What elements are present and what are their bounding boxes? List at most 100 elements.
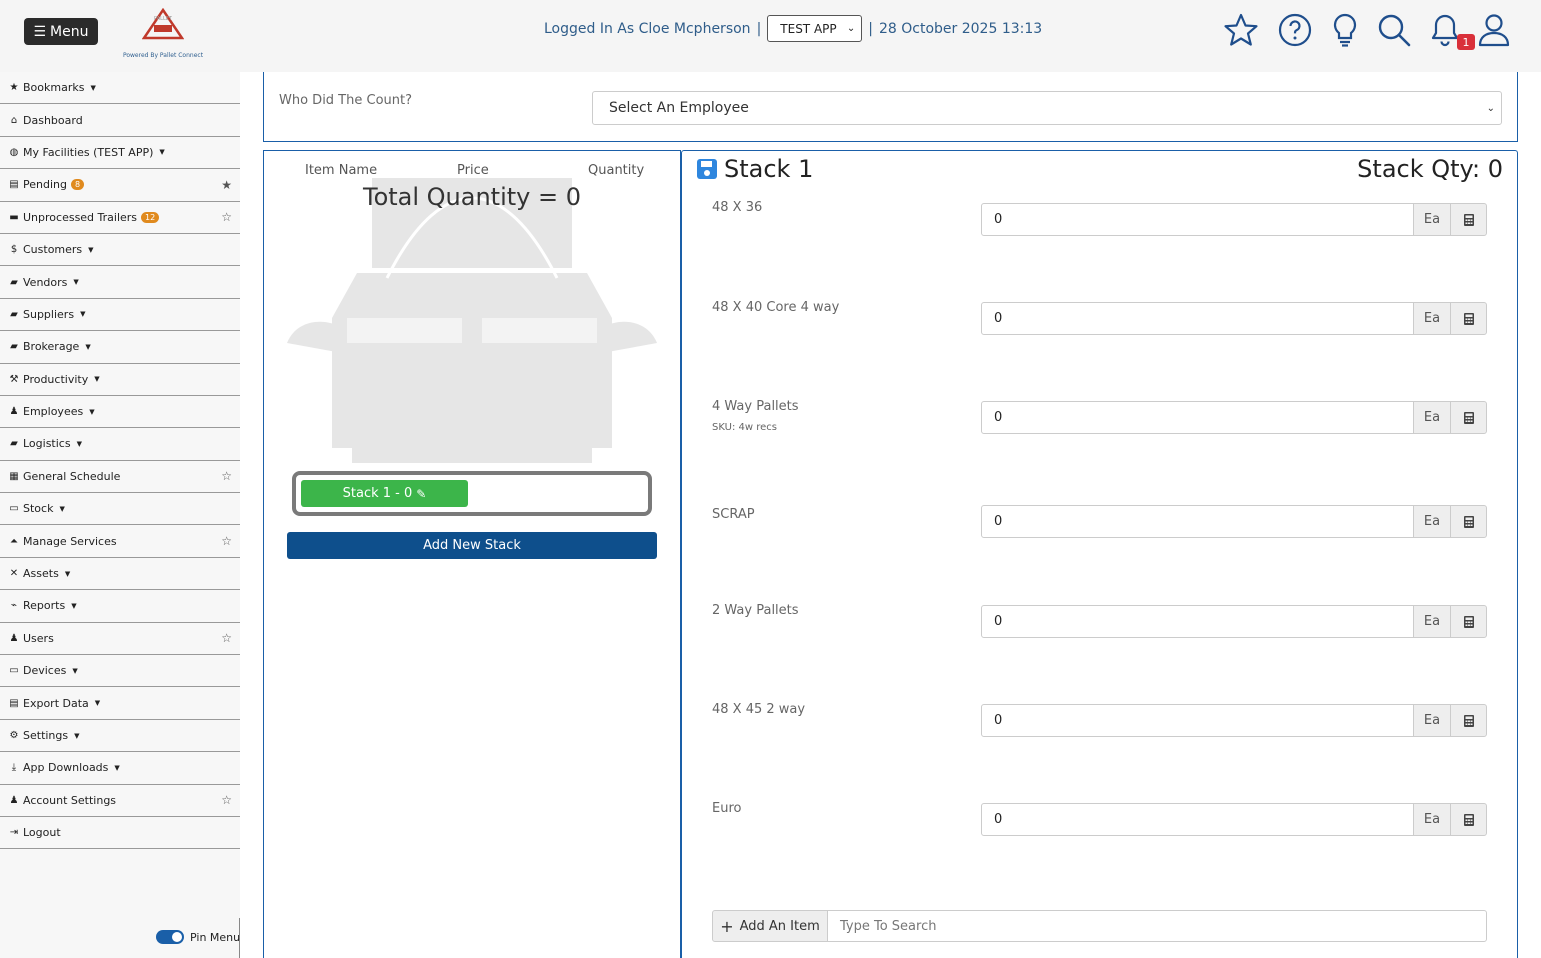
sidebar-item-logout[interactable]: ⇥ Logout — [0, 817, 240, 850]
calculator-button[interactable] — [1450, 401, 1487, 434]
gears-icon: ⚙ — [9, 730, 19, 741]
sidebar-menu: ★ Bookmarks ▼ ⌂ Dashboard ◍ My Facilities (TES… — [0, 72, 240, 850]
sidebar-item-productivity[interactable]: ⚒ Productivity ▼ — [0, 364, 240, 396]
sidebar-item-unprocessed-trailers[interactable]: ▬ Unprocessed Trailers 12 ☆ — [0, 202, 240, 234]
sidebar-item-suppliers[interactable]: ▰ Suppliers ▼ — [0, 299, 240, 332]
help-icon[interactable] — [1277, 12, 1313, 48]
app-select-value: TEST APP — [780, 21, 837, 36]
stack-quantity: Stack Qty: 0 — [1357, 155, 1503, 183]
star-outline-icon[interactable]: ☆ — [221, 631, 232, 645]
plus-icon: + — [720, 916, 734, 936]
chevron-down-icon: ⌄ — [846, 23, 856, 34]
caret-down-icon: ▼ — [74, 731, 80, 740]
save-icon[interactable] — [696, 158, 718, 180]
sidebar-item-logistics[interactable]: ▰ Logistics ▼ — [0, 428, 240, 461]
unit-label: Ea — [1413, 401, 1451, 434]
sidebar-item-label: Logistics — [23, 437, 71, 451]
desktop-icon: ▭ — [9, 665, 19, 677]
sidebar-item-general-schedule[interactable]: ▦ General Schedule ☆ — [0, 461, 240, 494]
sidebar-item-reports[interactable]: ⌁ Reports ▼ — [0, 590, 240, 623]
stack-item-row: 2 Way Pallets 0 Ea — [712, 603, 1487, 645]
header-user-info: Logged In As Cloe Mcpherson | TEST APP ⌄… — [544, 15, 1042, 42]
sidebar-item-customers[interactable]: $ Customers ▼ — [0, 234, 240, 267]
user-profile-icon[interactable] — [1476, 12, 1512, 48]
item-name: 48 X 40 Core 4 way — [712, 300, 840, 315]
calculator-button[interactable] — [1450, 605, 1487, 638]
quantity-input[interactable]: 0 — [981, 302, 1414, 335]
app-logo[interactable]: PALLET Powered By Pallet Connect — [118, 8, 208, 59]
caret-down-icon: ▼ — [71, 601, 77, 610]
sidebar-item-manage-services[interactable]: ⏶ Manage Services ☆ — [0, 525, 240, 558]
sidebar-item-export-data[interactable]: ▤ Export Data ▼ — [0, 687, 240, 720]
bookmark-star-icon[interactable] — [1223, 12, 1259, 48]
calculator-button[interactable] — [1450, 803, 1487, 836]
item-search-input[interactable]: Type To Search — [827, 910, 1487, 942]
hamburger-icon: ☰ — [33, 23, 47, 40]
sidebar-item-devices[interactable]: ▭ Devices ▼ — [0, 655, 240, 688]
sidebar-item-vendors[interactable]: ▰ Vendors ▼ — [0, 266, 240, 299]
quantity-input[interactable]: 0 — [981, 803, 1414, 836]
sidebar-item-stock[interactable]: ▭ Stock ▼ — [0, 493, 240, 526]
sidebar-item-brokerage[interactable]: ▰ Brokerage ▼ — [0, 331, 240, 364]
download-icon: ⤓ — [11, 762, 17, 774]
sidebar-item-label: Stock — [23, 502, 54, 516]
sidebar-item-label: Logout — [23, 826, 61, 840]
sidebar-item-users[interactable]: ♟ Users ☆ — [0, 623, 240, 656]
lightbulb-icon[interactable] — [1327, 12, 1363, 48]
quantity-input[interactable]: 0 — [981, 704, 1414, 737]
sidebar-item-label: My Facilities (TEST APP) — [23, 145, 154, 159]
add-item-button[interactable]: + Add An Item — [712, 910, 828, 942]
pin-menu-control[interactable]: Pin Menu — [156, 930, 240, 944]
sidebar-item-pending[interactable]: ▤ Pending 8 ★ — [0, 169, 240, 202]
quantity-input[interactable]: 0 — [981, 203, 1414, 236]
stack-1-button[interactable]: Stack 1 - 0 ✎ — [301, 480, 468, 507]
sidebar-item-employees[interactable]: ♟ Employees ▼ — [0, 396, 240, 429]
caret-down-icon: ▼ — [76, 439, 82, 448]
person-icon: ♟ — [9, 406, 19, 418]
calculator-button[interactable] — [1450, 302, 1487, 335]
sidebar-item-label: General Schedule — [23, 469, 121, 483]
menu-button[interactable]: ☰ Menu — [24, 18, 98, 45]
hammer-icon: ⚒ — [9, 373, 19, 385]
quantity-input[interactable]: 0 — [981, 605, 1414, 638]
truck-icon: ▰ — [10, 276, 18, 288]
add-item-label: Add An Item — [739, 918, 820, 934]
star-outline-icon[interactable]: ☆ — [221, 469, 232, 483]
calculator-button[interactable] — [1450, 704, 1487, 737]
sidebar-item-label: App Downloads — [23, 761, 109, 775]
sidebar-item-assets[interactable]: ✕ Assets ▼ — [0, 558, 240, 591]
star-outline-icon[interactable]: ☆ — [221, 534, 232, 548]
sidebar-item-label: Productivity — [23, 372, 89, 386]
sidebar-item-dashboard[interactable]: ⌂ Dashboard — [0, 104, 240, 137]
caret-down-icon: ▼ — [159, 148, 165, 157]
star-outline-icon[interactable]: ☆ — [221, 210, 232, 224]
star-outline-icon[interactable]: ☆ — [221, 793, 232, 807]
stack-item-row: 48 X 45 2 way 0 Ea — [712, 702, 1487, 744]
sidebar-item-account-settings[interactable]: ♟ Account Settings ☆ — [0, 785, 240, 817]
employee-select[interactable]: Select An Employee ⌄ — [592, 91, 1502, 125]
sidebar-item-settings[interactable]: ⚙ Settings ▼ — [0, 720, 240, 753]
calculator-button[interactable] — [1450, 203, 1487, 236]
caret-down-icon: ▼ — [59, 504, 65, 513]
sidebar-item-bookmarks[interactable]: ★ Bookmarks ▼ — [0, 72, 240, 105]
sidebar-item-label: Customers — [23, 243, 83, 257]
stack-item-row: 4 Way Pallets SKU: 4w recs 0 Ea — [712, 399, 1487, 441]
pin-menu-toggle[interactable] — [156, 930, 184, 944]
sidebar-item-label: Suppliers — [23, 307, 75, 321]
sidebar-item-app-downloads[interactable]: ⤓ App Downloads ▼ — [0, 752, 240, 785]
caret-down-icon: ▼ — [72, 666, 78, 675]
app-select[interactable]: TEST APP ⌄ — [767, 15, 863, 42]
quantity-input[interactable]: 0 — [981, 505, 1414, 538]
sidebar-item-my-facilities-test-app[interactable]: ◍ My Facilities (TEST APP) ▼ — [0, 137, 240, 170]
globe-icon: ◍ — [9, 146, 19, 158]
quantity-input[interactable]: 0 — [981, 401, 1414, 434]
pallet-icon: ▭ — [9, 503, 19, 515]
add-new-stack-button[interactable]: Add New Stack — [287, 532, 657, 559]
separator: | — [868, 20, 873, 37]
calculator-button[interactable] — [1450, 505, 1487, 538]
sidebar-item-label: Bookmarks — [23, 81, 85, 95]
count-badge: 8 — [70, 179, 85, 191]
star-filled-icon[interactable]: ★ — [221, 178, 232, 192]
caret-down-icon: ▼ — [90, 83, 96, 92]
search-icon[interactable] — [1376, 12, 1412, 48]
